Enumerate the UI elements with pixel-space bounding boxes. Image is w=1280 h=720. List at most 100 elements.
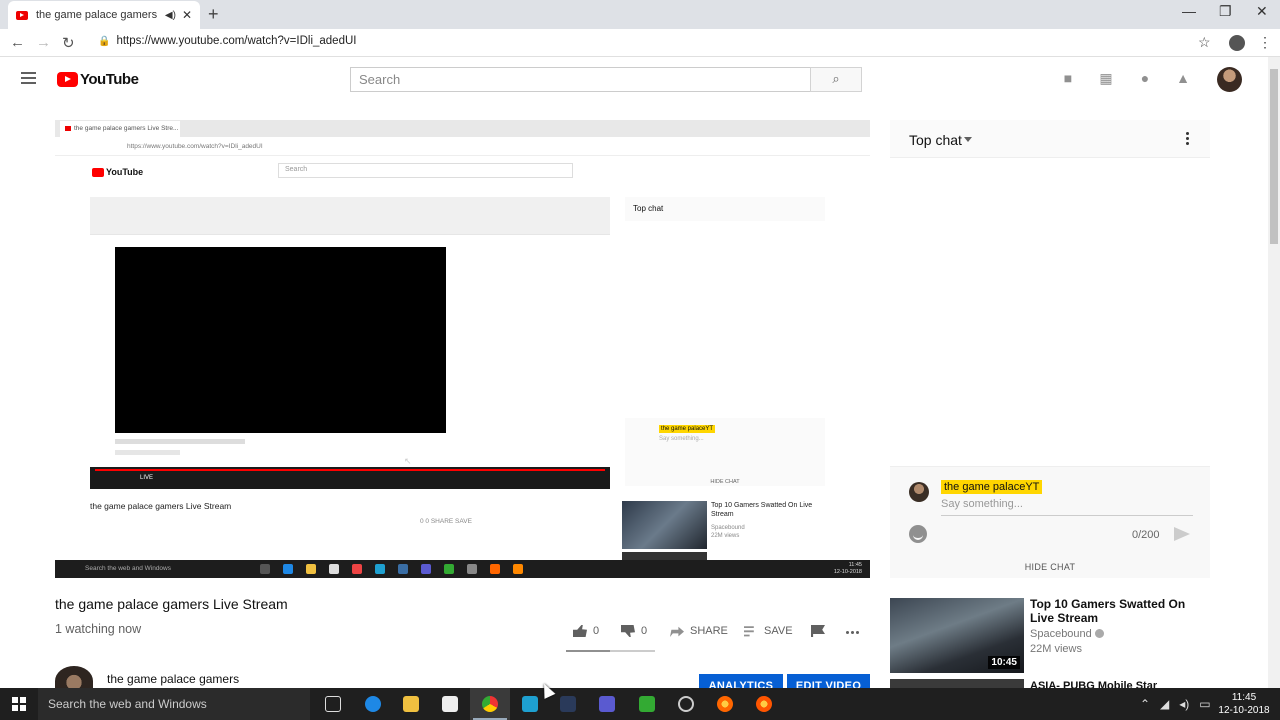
video-duration: 10:45 bbox=[988, 656, 1020, 669]
inner-progress-bar bbox=[95, 469, 605, 471]
bookmark-star-icon[interactable]: ☆ bbox=[1198, 34, 1211, 51]
send-icon[interactable] bbox=[1174, 527, 1190, 541]
calculator-icon[interactable] bbox=[599, 696, 615, 712]
inner-live-label: LIVE bbox=[140, 475, 154, 481]
related-thumbnail[interactable]: 10:45 bbox=[890, 598, 1024, 673]
related-title[interactable]: Top 10 Gamers Swatted On Live Stream bbox=[1030, 597, 1205, 625]
inner-related-thumbnail bbox=[622, 501, 707, 549]
video-player[interactable]: the game palace gamers Live Stre... http… bbox=[55, 120, 870, 578]
chat-input-area: the game palaceYT Say something... 0/200… bbox=[890, 466, 1210, 578]
related-channel[interactable]: Spacebound bbox=[1030, 628, 1104, 640]
share-button[interactable]: SHARE bbox=[670, 625, 728, 637]
obs-icon[interactable] bbox=[678, 696, 694, 712]
chat-more-menu-icon[interactable] bbox=[1186, 132, 1190, 147]
inner-cursor-icon: ↖ bbox=[404, 456, 412, 466]
more-actions-icon[interactable] bbox=[846, 631, 859, 634]
save-button[interactable]: SAVE bbox=[744, 625, 793, 637]
thumbs-up-icon bbox=[573, 625, 587, 637]
youtube-play-logo-icon bbox=[57, 72, 78, 87]
search-input[interactable]: Search bbox=[350, 67, 811, 92]
page-scrollbar[interactable] bbox=[1268, 57, 1280, 688]
chrome-icon[interactable] bbox=[482, 696, 498, 712]
apps-grid-icon[interactable]: ▦ bbox=[1099, 71, 1113, 85]
flag-icon bbox=[811, 625, 825, 637]
window-close-icon[interactable]: ✕ bbox=[1256, 3, 1268, 20]
emoji-icon[interactable] bbox=[909, 525, 927, 543]
profile-avatar[interactable] bbox=[1229, 35, 1245, 51]
system-tray[interactable]: ⌃ ◢ ◂) ▭ bbox=[1140, 697, 1211, 711]
inner-chat-header: Top chat bbox=[625, 197, 825, 221]
browser-tab-bar: the game palace gamers Live Stream - You… bbox=[0, 0, 1280, 29]
firefox-icon-2[interactable] bbox=[756, 696, 772, 712]
taskbar-search[interactable]: Search the web and Windows bbox=[38, 688, 310, 720]
search-icon: ⌕ bbox=[832, 71, 840, 86]
task-view-icon[interactable] bbox=[325, 696, 341, 712]
inner-player-controls: LIVE bbox=[90, 467, 610, 489]
top-chat-dropdown[interactable]: Top chat bbox=[909, 132, 962, 148]
file-explorer-icon[interactable] bbox=[403, 696, 419, 712]
inner-search: Search bbox=[278, 163, 573, 178]
camtasia-icon[interactable] bbox=[639, 696, 655, 712]
screen: the game palace gamers Live Stream - You… bbox=[0, 0, 1280, 720]
channel-name[interactable]: the game palace gamers bbox=[107, 672, 239, 686]
mail-icon[interactable] bbox=[522, 696, 538, 712]
related-views: 22M views bbox=[1030, 643, 1082, 655]
inner-url: https://www.youtube.com/watch?v=IDli_ade… bbox=[55, 137, 870, 156]
tab-title: the game palace gamers Live Stream - You… bbox=[36, 9, 159, 21]
inner-youtube-logo: YouTube bbox=[92, 167, 143, 177]
forward-icon[interactable]: → bbox=[36, 34, 51, 51]
windows-start-icon[interactable] bbox=[12, 697, 26, 711]
youtube-masthead: YouTube Search ⌕ bbox=[0, 57, 1268, 101]
inner-loading-bar bbox=[115, 439, 245, 444]
firefox-icon[interactable] bbox=[717, 696, 733, 712]
dislike-button[interactable]: 0 bbox=[621, 625, 647, 637]
scrollbar-thumb[interactable] bbox=[1270, 69, 1278, 244]
messages-icon[interactable]: ● bbox=[1138, 71, 1152, 85]
address-bar: ← → ↻ 🔒 https://www.youtube.com/watch?v=I… bbox=[0, 29, 1280, 57]
inner-chat-user: the game palaceYT bbox=[659, 425, 716, 433]
inner-related-title: Top 10 Gamers Swatted On Live Stream bbox=[711, 502, 813, 518]
speaker-icon[interactable]: ◀) bbox=[165, 10, 176, 21]
account-avatar[interactable] bbox=[1217, 67, 1242, 92]
url-field[interactable]: 🔒 https://www.youtube.com/watch?v=IDli_ad… bbox=[98, 35, 356, 47]
browser-tab[interactable]: the game palace gamers Live Stream - You… bbox=[8, 1, 200, 29]
youtube-favicon-icon bbox=[16, 10, 28, 20]
chevron-down-icon[interactable] bbox=[964, 137, 972, 142]
inner-taskbar: Search the web and Windows 11:45 12-10-20… bbox=[55, 560, 870, 578]
sentiment-bar bbox=[566, 650, 655, 652]
create-video-icon[interactable]: ■ bbox=[1061, 71, 1075, 85]
inner-nested-page bbox=[90, 197, 610, 489]
report-button[interactable] bbox=[811, 625, 831, 637]
back-icon[interactable]: ← bbox=[10, 34, 25, 51]
video-title: the game palace gamers Live Stream bbox=[55, 596, 288, 612]
lock-icon: 🔒 bbox=[98, 36, 111, 47]
like-button[interactable]: 0 bbox=[573, 625, 599, 637]
browser-menu-icon[interactable]: ⋮ bbox=[1258, 34, 1272, 51]
edge-icon[interactable] bbox=[365, 696, 381, 712]
store-icon[interactable] bbox=[442, 696, 458, 712]
inner-video-frame bbox=[115, 247, 446, 433]
maximize-icon[interactable]: ❐ bbox=[1219, 3, 1232, 20]
reload-icon[interactable]: ↻ bbox=[62, 34, 75, 52]
url-text: https://www.youtube.com/watch?v=IDli_ade… bbox=[116, 35, 357, 47]
inner-masthead: YouTube Search bbox=[55, 156, 870, 186]
related-thumbnail-2[interactable] bbox=[890, 679, 1024, 688]
inner-tab: the game palace gamers Live Stre... bbox=[60, 121, 180, 137]
youtube-logo[interactable]: YouTube bbox=[57, 71, 139, 88]
inner-related-channel: Spacebound bbox=[711, 525, 745, 531]
steam-icon[interactable] bbox=[560, 696, 576, 712]
youtube-logo-text: YouTube bbox=[80, 71, 139, 88]
inner-taskbar-search: Search the web and Windows bbox=[85, 565, 171, 572]
new-tab-icon[interactable]: + bbox=[208, 4, 219, 25]
search-button[interactable]: ⌕ bbox=[810, 67, 862, 92]
inner-taskbar-icons bbox=[260, 564, 523, 574]
taskbar-clock[interactable]: 11:45 12-10-2018 bbox=[1218, 691, 1270, 717]
chat-message-input[interactable]: Say something... bbox=[941, 498, 1193, 516]
inner-nested-chrome bbox=[90, 197, 610, 235]
minimize-icon[interactable]: — bbox=[1182, 3, 1196, 19]
thumbs-down-icon bbox=[621, 625, 635, 637]
hamburger-menu-icon[interactable] bbox=[21, 72, 36, 87]
close-tab-icon[interactable]: ✕ bbox=[182, 8, 192, 22]
bell-icon[interactable]: ▲ bbox=[1176, 71, 1190, 85]
hide-chat-button[interactable]: HIDE CHAT bbox=[890, 562, 1210, 572]
